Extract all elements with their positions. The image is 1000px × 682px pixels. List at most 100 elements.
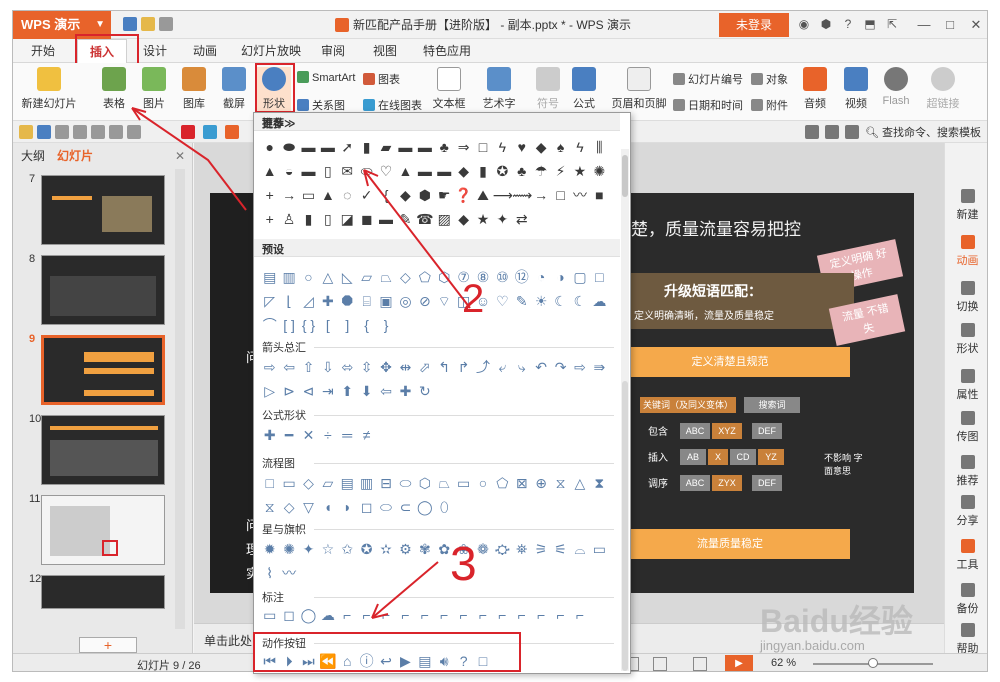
sidebar-new[interactable]: 新建 [945,189,987,222]
new-slide-button[interactable]: 新建幻灯片 [21,67,77,111]
sidebar-tools[interactable]: 工具 [945,539,987,572]
open-icon[interactable] [19,125,33,139]
sidebar-shape[interactable]: 形状 [945,323,987,356]
doc-tab-icon[interactable] [225,125,239,139]
minimize-icon[interactable]: — [911,11,937,39]
undo-icon[interactable] [159,17,173,31]
wps-w-icon[interactable] [181,125,195,139]
title-tool-icons: ◉ ⬢ ? ⬒ ⇱ [797,17,899,31]
skin-icon[interactable]: ◉ [797,17,811,31]
slides-pane-tabs: 大纲 幻灯片 ✕ [13,143,192,169]
help-icon[interactable]: ? [841,17,855,31]
film-icon [844,67,868,91]
gallery-button[interactable]: 图库 [177,67,211,111]
save-icon[interactable] [123,17,137,31]
undo-icon-2[interactable] [109,125,123,139]
current-slide[interactable]: 清楚，质量流量容易把控 定义明确 好操作 升级短语匹配： 定义明确清晰，流量及质… [604,193,914,593]
arrow-shapes-grid[interactable]: ⇨ ⇦ ⇧ ⇩ ⬄ ⇳ ✥ ⇹ ⬀ ↰ ↱ ⤴ ⤶ ⤷ ↶ ↷ ⇨ ⇛ ▷ ⊳ ⊲ ⇥ ⬆ ⬇ ⇦ ✚ ↻ [260,355,620,403]
print-icon[interactable] [73,125,87,139]
preset-shapes-grid[interactable]: ▤ ▥ ○ △ ◺ ▱ ⏢ ◇ ⬠ ⬡ ⑦ ⑧ ⑩ ⑫ ◔ ◑ ▢ □ ◸ ⌊ ◿ ✚ ⯃ ⌸ ▣ ◎ ⊘ ⌔ ◫ ☺ ♡ ✎ ☀ ☾ ☾ ☁ ⌒[… [260,265,620,337]
export-icon[interactable] [55,125,69,139]
dropdown-scrollbar[interactable] [621,149,629,671]
wordart-icon [487,67,511,91]
slide-thumb-12[interactable]: 12 [13,573,183,613]
collapse-icon[interactable]: ⇱ [885,17,899,31]
slide-number-button[interactable]: 幻灯片编号 [673,71,743,87]
stars-shapes-grid[interactable]: ✹ ✺ ✦ ☆ ✩ ✪ ✫ ⚙ ✾ ✿ ❀ ❁ ⛮ ⛯ ⚞ ⚟ ⌓ ▭ ⌇ 〰 [260,537,620,585]
smartart-button[interactable]: SmartArt [297,71,355,84]
tab-review[interactable]: 审阅 [313,39,353,63]
relation-chart-button[interactable]: 关系图 [297,97,345,113]
add-slide-button[interactable]: + [79,637,137,653]
preview-icon[interactable] [91,125,105,139]
slide-counter: 幻灯片 9 / 26 [137,660,201,672]
flash-button[interactable]: Flash [879,67,913,107]
picture-button[interactable]: 图片 [137,67,171,111]
slide-thumb-10[interactable]: 10 [13,413,183,487]
command-search[interactable]: 🔍︎ 查找命令、搜索模板 [865,124,981,140]
tab-start[interactable]: 开始 [23,39,63,63]
reading-view-icon[interactable] [693,657,707,671]
sidebar-transition[interactable]: 切换 [945,281,987,314]
folder-icon[interactable] [141,17,155,31]
login-button[interactable]: 未登录 [719,13,789,37]
pin-icon[interactable] [825,125,839,139]
hyperlink-button[interactable]: 超链接 [923,67,963,111]
more-shapes-link[interactable]: 更多≫ [262,115,612,131]
sorter-view-icon[interactable] [653,657,667,671]
sidebar-properties[interactable]: 属性 [945,369,987,402]
slide-thumb-8[interactable]: 8 [13,253,183,327]
slides-scrollbar[interactable] [175,169,185,629]
save-icon-2[interactable] [37,125,51,139]
tab-slideshow[interactable]: 幻灯片放映 [235,39,307,63]
window-controls: — □ ✕ [911,11,987,39]
slide-thumb-7[interactable]: 7 [13,173,183,247]
header-footer-button[interactable]: 页眉和页脚 [611,67,667,111]
date-time-button[interactable]: 日期和时间 [673,97,743,113]
callout-shapes-grid[interactable]: ▭ ◻ ◯ ☁ ⌐ ⌐ ⌐ ⌐ ⌐ ⌐ ⌐ ⌐ ⌐ ⌐ ⌐ ⌐ ⌐ [260,603,620,627]
attachment-button[interactable]: 附件 [751,97,788,113]
symbol-button[interactable]: 符号 [533,67,563,111]
chart-button[interactable]: 图表 [363,71,400,87]
sidebar-help[interactable]: 帮助 [945,623,987,656]
recommended-shapes-grid[interactable]: ● ⬬ ▬ ▬ ➚ ▮ ▰ ▬ ▬ ♣ ⇒ □ ϟ ♥ ◆ ♠ ϟ ⫼ ▲ ◒ ▬ ▯ ✉ ⬭ ♡ ▲ ▬ ▬ ◆ ▮ ✪ ♣ ☂ ⚡ ★ ✺ + →… [260,135,620,231]
slide-thumb-11[interactable]: 11 [13,493,183,567]
close-icon[interactable]: ✕ [963,11,987,39]
settings-small-icon[interactable] [805,125,819,139]
tab-design[interactable]: 设计 [135,39,175,63]
textbox-button[interactable]: 文本框 [429,67,469,111]
sidebar-backup[interactable]: 备份 [945,583,987,616]
slide-thumb-9[interactable]: 9 [13,333,183,407]
formula-shapes-grid[interactable]: ✚ ━ ✕ ÷ ═ ≠ [260,423,620,447]
sidebar-upload-picture[interactable]: 传图 [945,411,987,444]
object-button[interactable]: 对象 [751,71,788,87]
sidebar-share[interactable]: 分享 [945,495,987,528]
play-slideshow-button[interactable]: ▶ [725,655,753,671]
gallery-icon [182,67,206,91]
minimize-ribbon-icon[interactable] [845,125,859,139]
cube-icon[interactable] [203,125,217,139]
sidebar-animation[interactable]: 动画 [945,235,987,268]
redo-icon[interactable] [127,125,141,139]
settings-icon[interactable]: ⬢ [819,17,833,31]
close-pane-icon[interactable]: ✕ [175,143,185,169]
feedback-icon[interactable]: ⬒ [863,17,877,31]
video-button[interactable]: 视频 [839,67,873,111]
sidebar-recommend[interactable]: 推荐 [945,455,987,488]
audio-button[interactable]: 音频 [799,67,831,111]
screenshot-button[interactable]: 截屏 [217,67,251,111]
online-chart-icon [363,99,375,111]
tab-slides[interactable]: 幻灯片 [57,143,93,169]
formula-button[interactable]: 公式 [569,67,599,111]
flowchart-shapes-grid[interactable]: □ ▭ ◇ ▱ ▤ ▥ ⊟ ⬭ ⬡ ⏢ ▭ ○ ⬠ ⊠ ⊕ ⧖ △ ⧗ ⧖ ◇ ▽ ◖ ◗ ◻ ⬭ ⊂ ◯ ⬯ [260,471,620,519]
wordart-button[interactable]: 艺术字 [479,67,519,111]
zoom-slider-handle[interactable] [868,658,878,668]
tab-animation[interactable]: 动画 [185,39,225,63]
tab-outline[interactable]: 大纲 [21,143,45,169]
tab-features[interactable]: 特色应用 [415,39,479,63]
screenshot-icon [222,67,246,91]
table-button[interactable]: 表格 [97,67,131,111]
tab-view[interactable]: 视图 [365,39,405,63]
maximize-icon[interactable]: □ [937,11,963,39]
online-chart-button[interactable]: 在线图表 [363,97,422,113]
